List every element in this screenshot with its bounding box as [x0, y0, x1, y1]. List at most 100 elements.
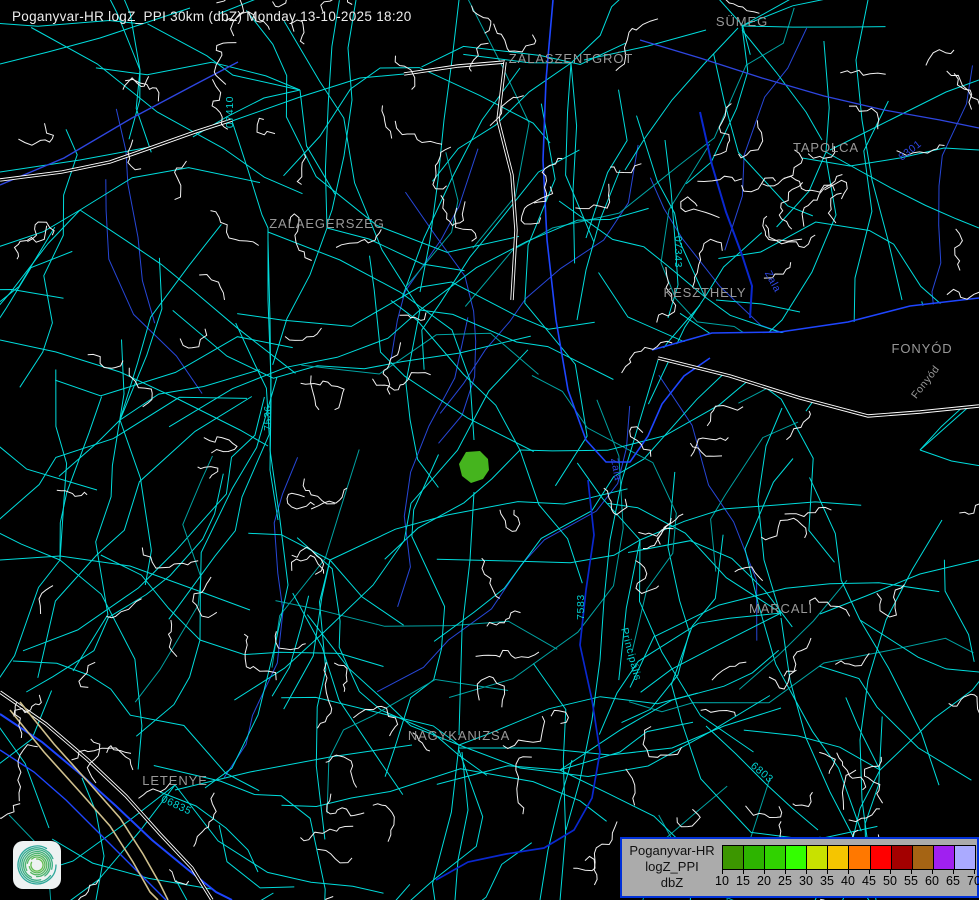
road-line — [711, 422, 798, 571]
road-network — [0, 0, 979, 900]
settlement-outline — [487, 611, 521, 627]
road-line — [560, 722, 693, 770]
settlement-outline — [39, 586, 53, 614]
road-line — [80, 168, 260, 210]
road-line — [200, 640, 384, 667]
settlement-outline — [626, 769, 635, 806]
settlement-outline — [383, 342, 400, 394]
legend-product-text: Poganyvar-HR logZ_PPI dbZ — [626, 843, 718, 891]
legend-color-cell — [786, 846, 807, 869]
settlement-outline — [819, 752, 835, 773]
settlement-outline — [334, 663, 347, 692]
road-line — [169, 310, 420, 427]
settlement-outline — [697, 176, 742, 181]
legend-color-cell — [913, 846, 934, 869]
settlement-outline — [793, 792, 813, 806]
settlement-outline — [326, 755, 357, 787]
legend-tick-label: 70 — [962, 874, 979, 888]
settlement-outline — [57, 490, 87, 496]
road-line — [120, 370, 260, 420]
city-label: NAGYKANIZSA — [408, 728, 510, 743]
city-label: TAPOLCA — [793, 140, 859, 155]
major-road-line — [820, 560, 979, 614]
road-label: Zala — [762, 269, 783, 295]
road-line — [219, 825, 294, 888]
settlement-outline — [0, 804, 20, 823]
legend-color-ramp — [722, 845, 976, 870]
settlement-outline — [373, 804, 395, 842]
major-road-line — [0, 556, 250, 610]
settlement-outline — [500, 510, 520, 532]
stream-line — [116, 109, 154, 323]
settlement-outline — [180, 329, 207, 348]
legend-color-cell — [828, 846, 849, 869]
settlement-outline — [107, 748, 133, 770]
settlement-outline — [482, 558, 500, 598]
settlement-outline — [18, 123, 53, 145]
settlement-outline — [292, 555, 324, 573]
road-line — [810, 477, 861, 620]
road-line — [422, 150, 580, 370]
major-road-line — [742, 30, 822, 140]
road-line — [330, 489, 628, 560]
road-line — [637, 116, 706, 297]
settlement-outline — [472, 6, 491, 34]
settlement-outline — [735, 567, 763, 581]
settlement-outline — [88, 354, 123, 368]
settlement-outline — [865, 757, 883, 803]
major-road-line — [455, 752, 468, 900]
settlement-outline — [311, 376, 319, 410]
road-line — [193, 90, 300, 137]
settlement-outline — [849, 106, 879, 129]
settlement-outline — [301, 381, 345, 410]
settlement-outline — [575, 184, 609, 209]
road-label: 7536 — [262, 405, 274, 431]
city-label: ZALAEGERSZEG — [269, 216, 385, 231]
road-label: 6803 — [748, 760, 775, 786]
settlement-outline — [303, 479, 335, 504]
major-road-line — [205, 228, 288, 788]
road-line — [59, 420, 120, 476]
major-road-line — [327, 0, 356, 224]
settlement-outline — [477, 676, 504, 707]
road-line — [566, 63, 594, 242]
river-line — [640, 40, 979, 128]
stream-line — [932, 65, 973, 328]
settlement-outline — [292, 547, 324, 574]
settlement-outline — [573, 856, 595, 870]
settlement-outline — [300, 826, 353, 840]
settlement-outline — [285, 328, 322, 340]
settlement-outline — [784, 638, 811, 676]
road-line — [577, 463, 640, 540]
city-label: SÜMEG — [716, 14, 768, 29]
settlement-outlines — [0, 0, 979, 900]
road-line — [742, 0, 938, 26]
settlement-outline — [287, 493, 315, 509]
major-road-line — [856, 0, 902, 300]
settlement-outline — [516, 757, 532, 814]
settlement-outline — [955, 229, 963, 271]
settlement-outline — [257, 118, 275, 135]
settlement-outline — [193, 577, 217, 618]
radar-echo — [459, 451, 489, 483]
road-label: 8301 — [896, 138, 924, 163]
road-line — [944, 560, 974, 662]
legend-color-cell — [871, 846, 892, 869]
road-line — [920, 450, 979, 471]
major-road-line — [420, 0, 459, 292]
road-line — [80, 210, 296, 373]
map-title: Poganyvar-HR logZ_PPI 30km (dbZ) Monday … — [12, 9, 412, 24]
river-line — [543, 0, 710, 462]
spiral-swirl-icon — [13, 841, 61, 889]
road-label: 06835 — [159, 793, 193, 817]
settlement-outline — [802, 175, 842, 227]
road-line — [120, 420, 151, 585]
settlement-outline — [825, 180, 848, 199]
settlement-outline — [779, 182, 802, 229]
rivers — [0, 0, 979, 900]
settlement-outline — [681, 197, 720, 218]
road-line — [520, 450, 582, 583]
settlement-outline — [701, 709, 736, 716]
major-road-line — [625, 28, 738, 170]
settlement-outline — [959, 496, 979, 515]
